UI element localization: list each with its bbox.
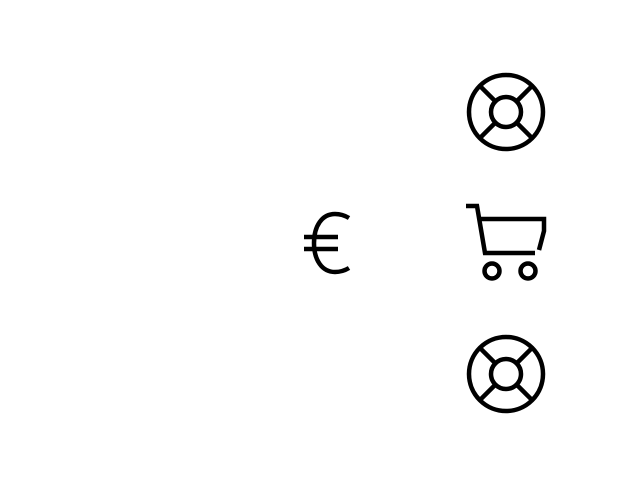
euro-icon-graphic (304, 211, 351, 275)
shopping-cart-icon-graphic (466, 203, 547, 281)
lifebuoy-icon-graphic (466, 334, 546, 414)
lifebuoy-icon-graphic (466, 72, 546, 152)
shopping-cart-icon[interactable] (463, 201, 549, 285)
lifebuoy-icon[interactable] (465, 71, 547, 153)
icon-canvas (0, 0, 640, 480)
lifebuoy-icon[interactable] (465, 333, 547, 415)
euro-icon[interactable] (300, 210, 356, 276)
